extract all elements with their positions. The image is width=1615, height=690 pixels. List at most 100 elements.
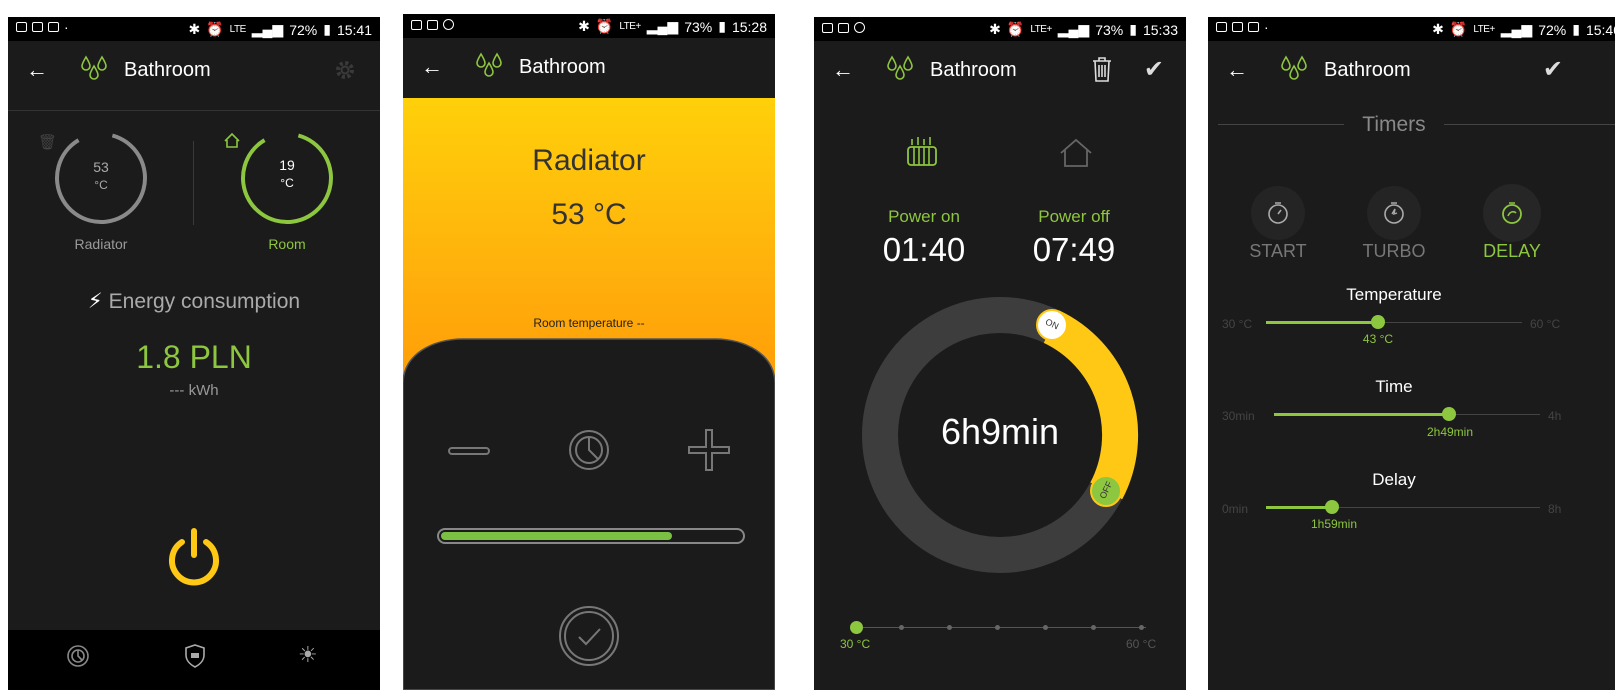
minus-button[interactable] bbox=[447, 436, 491, 466]
plus-button[interactable] bbox=[687, 428, 731, 472]
status-bar: ✱ ⏰ LTE+ ▂▄▆ 73% ▮ 15:28 bbox=[403, 14, 775, 38]
lightning-icon: ⚡ bbox=[87, 290, 103, 313]
turbo-mode-label[interactable]: TURBO bbox=[1354, 241, 1434, 262]
radiator-temperature-value: 53 bbox=[93, 159, 109, 175]
status-bar: · ✱ ⏰ LTE ▂▄▆ 72% ▮ 15:41 bbox=[8, 17, 380, 41]
mail-notification-icon bbox=[427, 19, 438, 30]
power-button[interactable] bbox=[160, 523, 228, 591]
settings-gear-icon[interactable] bbox=[332, 57, 358, 83]
clock: 15:33 bbox=[1142, 21, 1178, 38]
delay-timer-button[interactable] bbox=[1482, 183, 1542, 243]
temperature-slider-thumb[interactable] bbox=[1371, 315, 1385, 329]
confirm-button[interactable] bbox=[557, 604, 621, 668]
battery-icon: ▮ bbox=[1572, 21, 1580, 37]
app-bar: ← Bathroom bbox=[8, 41, 380, 99]
header-divider bbox=[8, 110, 380, 111]
radiator-temperature: 53 °C bbox=[551, 198, 627, 231]
back-arrow-icon[interactable]: ← bbox=[832, 57, 854, 83]
start-timer-button[interactable] bbox=[1250, 185, 1306, 241]
power-off-time[interactable]: 07:49 bbox=[1014, 231, 1134, 269]
signal-icon: ▂▄▆ bbox=[646, 18, 679, 34]
alarm-icon: ⏰ bbox=[1449, 21, 1468, 37]
water-drops-icon bbox=[81, 55, 107, 80]
delay-track-fill bbox=[1266, 506, 1332, 509]
bluetooth-icon: ✱ bbox=[188, 21, 201, 37]
delay-max-label: 8h bbox=[1548, 502, 1562, 516]
start-mode-label[interactable]: START bbox=[1238, 241, 1318, 262]
alarm-icon: ⏰ bbox=[595, 18, 614, 34]
battery-level: 73% bbox=[684, 18, 713, 35]
back-arrow-icon[interactable]: ← bbox=[1226, 57, 1248, 83]
temperature-slider-thumb[interactable] bbox=[850, 621, 863, 634]
delete-trash-icon[interactable] bbox=[1090, 55, 1114, 83]
image-notification-icon bbox=[822, 22, 833, 33]
power-off-label: Power off bbox=[1038, 207, 1110, 226]
room-temperature-value: 19 bbox=[279, 157, 295, 173]
temperature-slider-value: 43 °C bbox=[1362, 332, 1394, 346]
slider-tick bbox=[899, 625, 904, 630]
status-bar: ✱ ⏰ LTE+ ▂▄▆ 73% ▮ 15:33 bbox=[814, 17, 1186, 41]
battery-level: 73% bbox=[1095, 21, 1124, 38]
notification-icons: · bbox=[16, 20, 69, 34]
power-level-track[interactable] bbox=[437, 528, 745, 544]
slider-tick bbox=[1091, 625, 1096, 630]
alarm-icon: ⏰ bbox=[206, 21, 224, 37]
section-divider-left bbox=[1218, 124, 1344, 125]
delay-slider-value: 1h59min bbox=[1310, 517, 1358, 531]
time-min-label: 30min bbox=[1222, 409, 1255, 423]
image-notification-icon bbox=[1216, 22, 1227, 32]
time-slider-thumb[interactable] bbox=[1442, 407, 1456, 421]
power-on-label: Power on bbox=[888, 207, 960, 226]
delay-mode-label[interactable]: DELAY bbox=[1472, 241, 1552, 262]
network-label: LTE+ bbox=[1473, 24, 1495, 35]
schedule-mode-icon[interactable] bbox=[567, 428, 611, 472]
sun-nav-icon[interactable]: ☀ bbox=[298, 642, 318, 668]
app-bar: ← Bathroom bbox=[403, 38, 775, 98]
slider-tick bbox=[947, 625, 952, 630]
time-max-label: 4h bbox=[1548, 409, 1562, 423]
page-title: Bathroom bbox=[930, 59, 1017, 81]
clock: 15:41 bbox=[336, 21, 372, 38]
clock: 15:28 bbox=[731, 18, 767, 35]
account-notification-icon bbox=[443, 19, 454, 30]
back-arrow-icon[interactable]: ← bbox=[421, 54, 443, 80]
room-temperature-label: Room temperature -- bbox=[533, 316, 645, 330]
delay-slider-thumb[interactable] bbox=[1325, 500, 1339, 514]
delay-slider-title: Delay bbox=[1372, 470, 1416, 489]
confirm-check-icon[interactable]: ✔ bbox=[1543, 55, 1563, 84]
confirm-check-icon[interactable]: ✔ bbox=[1144, 55, 1164, 84]
battery-icon: ▮ bbox=[718, 18, 726, 34]
mail-notification-icon bbox=[1248, 22, 1259, 32]
turbo-timer-button[interactable] bbox=[1366, 185, 1422, 241]
page-title: Bathroom bbox=[1324, 59, 1411, 81]
image-notification-icon bbox=[16, 22, 27, 32]
energy-kwh: --- kWh bbox=[169, 382, 219, 399]
radiator-mode-icon[interactable] bbox=[906, 135, 938, 169]
temperature-slider-title: Temperature bbox=[1346, 285, 1442, 304]
screen-power-schedule: ✱ ⏰ LTE+ ▂▄▆ 73% ▮ 15:33 ← Bathroom ✔ Po… bbox=[814, 17, 1186, 690]
bottom-navigation: ☀ bbox=[8, 630, 380, 690]
video-notification-icon bbox=[32, 22, 43, 32]
bluetooth-icon: ✱ bbox=[989, 21, 1001, 37]
gauge-divider bbox=[193, 141, 194, 225]
home-mode-icon[interactable] bbox=[1058, 137, 1094, 169]
room-temperature-unit: °C bbox=[280, 176, 294, 190]
shield-nav-icon[interactable] bbox=[183, 643, 207, 669]
timers-section-title: Timers bbox=[1362, 113, 1426, 136]
status-bar: · ✱ ⏰ LTE+ ▂▄▆ 72% ▮ 15:40 bbox=[1208, 17, 1615, 41]
temperature-slider-value: 30 °C bbox=[840, 637, 871, 651]
network-label: LTE+ bbox=[1030, 24, 1052, 35]
power-on-time[interactable]: 01:40 bbox=[864, 231, 984, 269]
page-title: Bathroom bbox=[519, 56, 606, 78]
signal-icon: ▂▄▆ bbox=[251, 21, 284, 37]
app-bar: ← Bathroom ✔ bbox=[814, 41, 1186, 99]
slider-tick bbox=[995, 625, 1000, 630]
back-arrow-icon[interactable]: ← bbox=[26, 57, 48, 83]
signal-icon: ▂▄▆ bbox=[1057, 21, 1090, 37]
battery-level: 72% bbox=[1538, 21, 1567, 38]
time-track-fill bbox=[1274, 413, 1449, 416]
schedule-nav-icon[interactable] bbox=[66, 644, 90, 668]
battery-icon: ▮ bbox=[1129, 21, 1137, 37]
time-slider-value: 2h49min bbox=[1426, 425, 1474, 439]
energy-cost: 1.8 PLN bbox=[136, 339, 252, 375]
